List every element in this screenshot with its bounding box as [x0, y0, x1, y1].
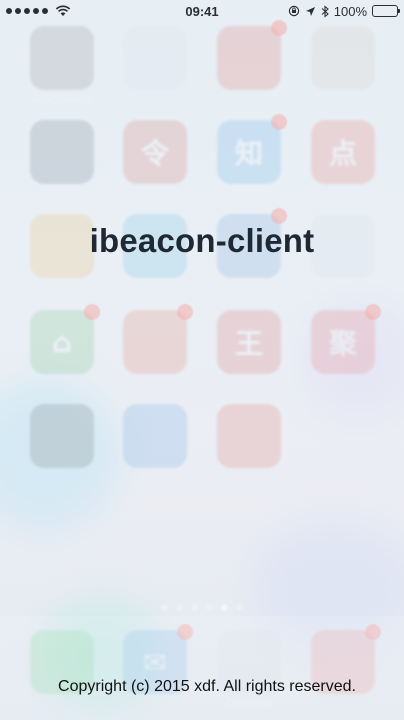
rotation-lock-icon: [288, 5, 299, 17]
signal-dot: [24, 8, 30, 14]
battery-percentage: 100%: [333, 3, 367, 19]
signal-dot: [15, 8, 21, 14]
app-title: ibeacon-client: [89, 222, 315, 259]
blurred-home-screen-background: AnyConnect令知点⌂王聚✉CodeHub: [0, 0, 404, 720]
status-bar: 09:41 100%: [0, 0, 404, 22]
bluetooth-icon: [321, 4, 329, 18]
wifi-icon: [55, 5, 71, 16]
location-arrow-icon: [305, 6, 315, 16]
signal-dot: [33, 8, 39, 14]
signal-dot: [42, 8, 48, 14]
copyright-text: Copyright (c) 2015 xdf. All rights reser…: [58, 678, 356, 695]
signal-dot: [6, 8, 12, 14]
status-right: 100%: [288, 3, 400, 19]
signal-strength: [6, 5, 71, 17]
frosted-overlay: [0, 0, 404, 720]
battery-icon: [372, 5, 400, 17]
